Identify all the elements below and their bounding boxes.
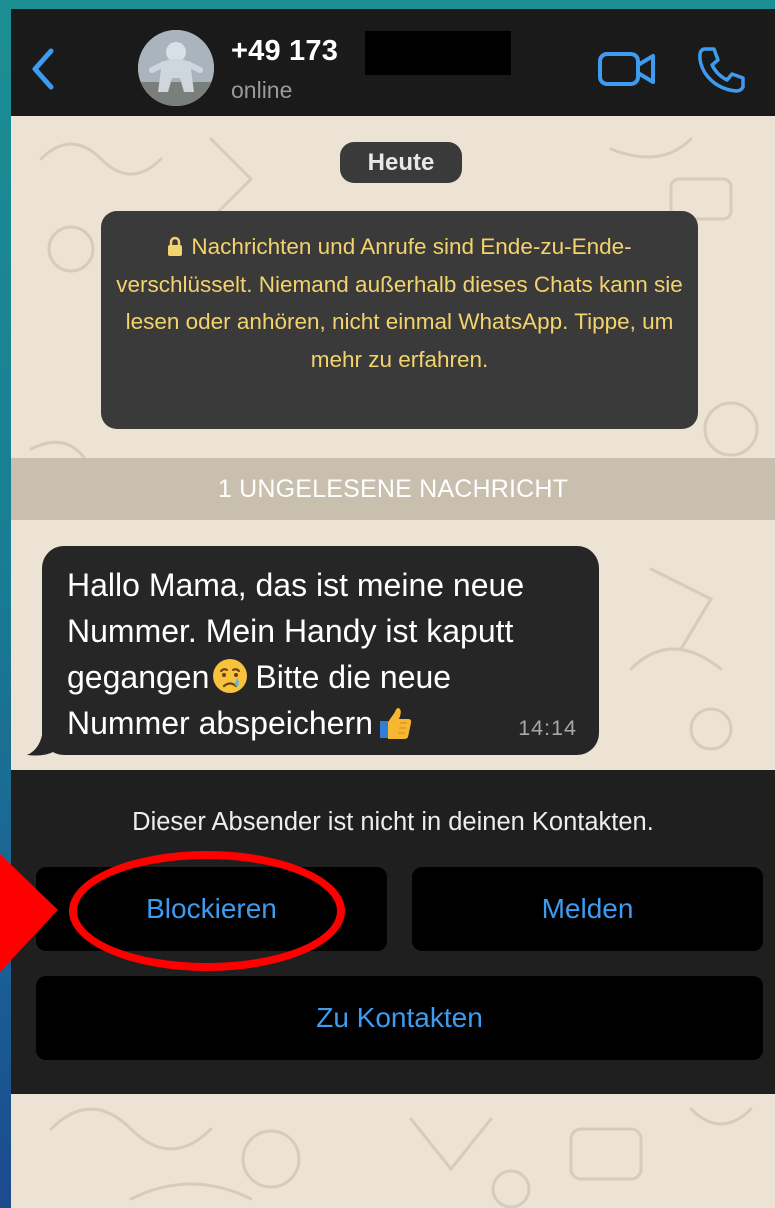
thumbs-up-emoji — [379, 708, 412, 739]
message-line-1: Hallo Mama, das ist meine neue — [67, 567, 525, 603]
phone-screen: +49 173 online Heute Nachrichten und Anr… — [11, 9, 775, 1208]
lock-icon — [168, 236, 183, 256]
encryption-notice-text: Nachrichten und Anrufe sind Ende-zu-Ende… — [116, 234, 683, 372]
encryption-notice[interactable]: Nachrichten und Anrufe sind Ende-zu-Ende… — [101, 211, 698, 429]
add-to-contacts-button[interactable]: Zu Kontakten — [36, 976, 763, 1060]
avatar[interactable] — [138, 30, 214, 106]
avatar-image — [138, 30, 214, 106]
unread-banner: 1 UNGELESENE NACHRICHT — [11, 458, 775, 520]
message-line-3a: gegangen — [67, 659, 210, 695]
message-line-4: Nummer abspeichern — [67, 705, 373, 741]
phone-icon[interactable] — [693, 45, 747, 95]
video-call-icon[interactable] — [597, 49, 657, 89]
crying-emoji — [213, 659, 248, 693]
date-separator: Heute — [340, 142, 462, 183]
contact-name[interactable]: +49 173 — [231, 35, 338, 68]
unknown-sender-notice: Dieser Absender ist nicht in deinen Kont… — [132, 808, 654, 836]
contact-status: online — [231, 77, 293, 103]
highlight-ring-annotation — [69, 851, 345, 971]
redaction-bar — [365, 31, 511, 75]
report-button[interactable]: Melden — [412, 867, 763, 951]
message-time: 14:14 — [518, 716, 577, 740]
message-bubble[interactable]: Hallo Mama, das ist meine neue Nummer. M… — [42, 546, 599, 755]
message-line-2: Nummer. Mein Handy ist kaputt — [67, 613, 514, 649]
back-chevron-icon[interactable] — [27, 47, 61, 91]
message-line-3b: Bitte die neue — [255, 659, 452, 695]
message-text: Hallo Mama, das ist meine neue Nummer. M… — [67, 562, 587, 746]
red-arrow-annotation — [0, 854, 58, 972]
chat-header: +49 173 online — [11, 9, 775, 116]
